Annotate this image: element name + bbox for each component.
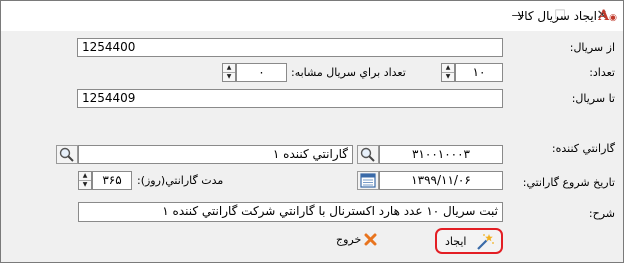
- similar-count-input[interactable]: ۰: [236, 63, 287, 82]
- guarantor-name-lookup-button[interactable]: [56, 145, 78, 164]
- to-serial-label: تا سريال:: [571, 92, 615, 105]
- window-title: ايجاد سريال كالا: [517, 9, 597, 23]
- date-picker-button[interactable]: [357, 171, 379, 190]
- stepper-down-icon[interactable]: ▼: [223, 73, 235, 81]
- search-icon: [360, 147, 375, 162]
- count-stepper[interactable]: ▲ ▼: [441, 63, 455, 82]
- guarantee-period-label: مدت گارانتي(روز):: [137, 174, 224, 187]
- guarantor-label: گارانتي كننده:: [551, 142, 615, 155]
- from-serial-input[interactable]: 1254400: [77, 38, 503, 57]
- guarantor-code-input[interactable]: ۳۱۰۰۱۰۰۰۳: [379, 145, 503, 164]
- to-serial-input[interactable]: 1254409: [77, 89, 503, 108]
- similar-count-stepper[interactable]: ▲ ▼: [222, 63, 236, 82]
- create-button-label: ايجاد: [445, 235, 467, 248]
- create-button[interactable]: ايجاد: [435, 228, 503, 254]
- guarantee-start-date-input[interactable]: ۱۳۹۹/۱۱/۰۶: [379, 171, 503, 190]
- calendar-icon: [360, 173, 376, 188]
- guarantee-start-label: تاريخ شروع گارانتي:: [522, 176, 615, 189]
- stepper-up-icon[interactable]: ▲: [223, 64, 235, 73]
- guarantor-code-lookup-button[interactable]: [357, 145, 379, 164]
- stepper-down-icon[interactable]: ▼: [79, 181, 91, 189]
- count-label: تعداد:: [589, 66, 615, 79]
- guarantee-period-stepper[interactable]: ▲ ▼: [78, 171, 92, 190]
- title-bar: — ☐ ✕ ايجاد سريال كالا A◉: [1, 1, 623, 31]
- guarantee-period-input[interactable]: ۳۶۵: [92, 171, 132, 190]
- app-logo-icon: A◉: [598, 8, 617, 24]
- exit-button[interactable]: خروج: [331, 229, 385, 251]
- stepper-down-icon[interactable]: ▼: [442, 73, 454, 81]
- from-serial-label: از سريال:: [569, 41, 615, 54]
- magic-wand-icon: [477, 234, 494, 250]
- close-x-icon: [364, 233, 377, 246]
- exit-button-label: خروج: [336, 233, 362, 246]
- description-label: شرح:: [588, 207, 615, 220]
- description-input[interactable]: ثبت سريال ۱۰ عدد هارد اكسترنال با گارانت…: [78, 202, 503, 222]
- count-input[interactable]: ۱۰: [455, 63, 503, 82]
- guarantor-name-input[interactable]: گارانتي كننده ۱: [78, 145, 353, 164]
- search-icon: [59, 147, 74, 162]
- stepper-up-icon[interactable]: ▲: [79, 172, 91, 181]
- stepper-up-icon[interactable]: ▲: [442, 64, 454, 73]
- dialog-window: — ☐ ✕ ايجاد سريال كالا A◉ 1254400 از سري…: [0, 0, 624, 263]
- similar-count-label: تعداد براي سريال مشابه:: [291, 66, 406, 79]
